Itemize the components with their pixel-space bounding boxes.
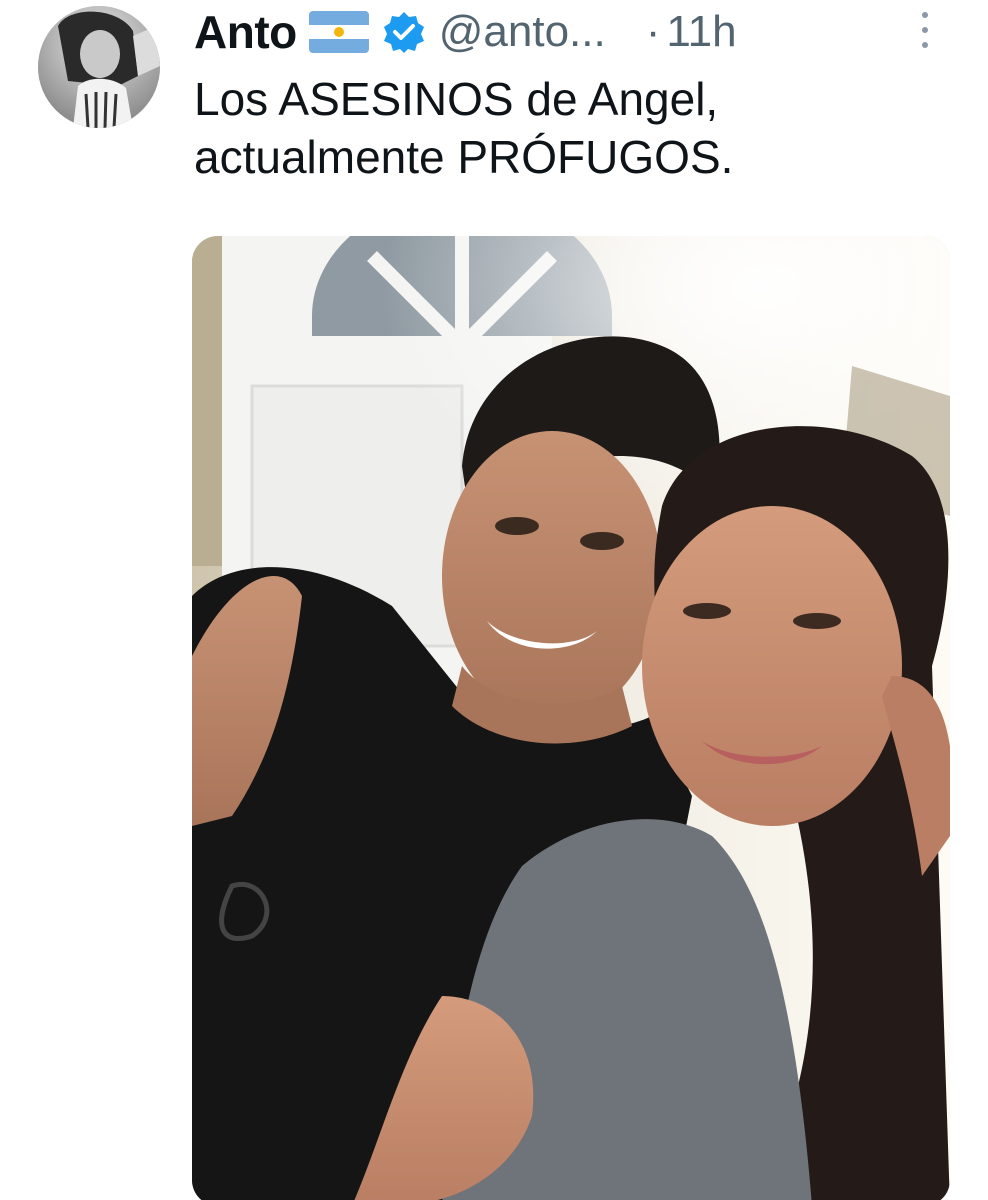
author-display-name[interactable]: Anto [194,5,297,59]
timestamp-separator: · [645,7,661,56]
tweet-text-line: Los ASESINOS de Angel, [194,73,719,125]
tweet[interactable]: Anto @anto... · 11h Los ASESINOS de Ange… [0,0,988,1200]
tweet-text-line: actualmente PRÓFUGOS. [194,131,734,183]
argentina-flag-icon [308,11,369,53]
author-handle[interactable]: @anto... [439,7,606,57]
vertical-ellipsis-icon[interactable] [914,6,936,54]
tweet-header: Anto @anto... · 11h [194,4,934,60]
author-avatar[interactable] [38,6,160,128]
verified-badge-icon [383,11,425,53]
selfie-photo [192,236,950,1200]
tweet-text: Los ASESINOS de Angel, actualmente PRÓFU… [194,70,934,186]
tweet-timestamp[interactable]: 11h [666,7,736,57]
avatar-photo [38,6,160,128]
tweet-media-photo[interactable] [192,236,950,1200]
